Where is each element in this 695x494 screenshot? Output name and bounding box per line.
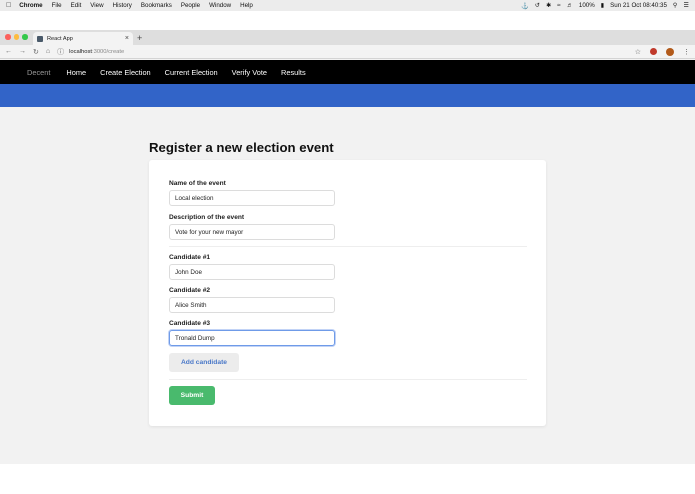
menubar-status-area: ⚓ ↺ ✱ ≈ ♬ 100% ▮ Sun 21 Oct 08:40:35 ⚲ ☰ bbox=[521, 2, 689, 10]
event-description-input[interactable]: Vote for your new mayor bbox=[169, 224, 335, 240]
volume-icon[interactable]: ♬ bbox=[567, 2, 573, 9]
reload-icon[interactable]: ↻ bbox=[33, 48, 39, 56]
divider bbox=[169, 379, 527, 380]
clock[interactable]: Sun 21 Oct 08:40:35 bbox=[610, 2, 667, 9]
menu-people[interactable]: People bbox=[181, 2, 200, 9]
back-icon[interactable]: ← bbox=[5, 48, 12, 55]
toolbar-right: ☆ ⋮ bbox=[635, 47, 690, 56]
add-candidate-button[interactable]: Add candidate bbox=[169, 353, 239, 372]
url-field[interactable]: localhost:3000/create bbox=[69, 49, 124, 55]
candidate-1-label: Candidate #1 bbox=[169, 254, 211, 261]
extension-icon[interactable] bbox=[650, 48, 657, 55]
nav-current-election[interactable]: Current Election bbox=[165, 68, 218, 77]
notification-center-icon[interactable]: ☰ bbox=[683, 2, 689, 9]
candidate-2-input[interactable]: Alice Smith bbox=[169, 297, 335, 313]
menu-history[interactable]: History bbox=[113, 2, 132, 9]
divider bbox=[169, 246, 527, 247]
wifi-icon[interactable]: ≈ bbox=[557, 2, 560, 9]
window-controls bbox=[5, 34, 28, 40]
menu-file[interactable]: File bbox=[52, 2, 62, 9]
tab-title: React App bbox=[47, 35, 73, 42]
url-host: localhost bbox=[69, 48, 92, 55]
os-menubar:  Chrome File Edit View History Bookmark… bbox=[0, 0, 695, 11]
zoom-window-button[interactable] bbox=[22, 34, 28, 40]
minimize-window-button[interactable] bbox=[13, 34, 19, 40]
profile-avatar[interactable] bbox=[666, 47, 674, 56]
favicon-icon bbox=[37, 35, 43, 42]
tab-bar: React App × + bbox=[0, 30, 695, 45]
spotlight-icon[interactable]: ⚲ bbox=[673, 2, 678, 9]
event-description-label: Description of the event bbox=[169, 214, 245, 221]
menu-help[interactable]: Help bbox=[240, 2, 253, 9]
address-bar: ← → ↻ ⌂ ⓘ localhost:3000/create ☆ ⋮ bbox=[0, 45, 695, 59]
submit-button[interactable]: Submit bbox=[169, 386, 215, 405]
nav-results[interactable]: Results bbox=[281, 68, 306, 77]
battery-percent[interactable]: 100% bbox=[579, 2, 595, 9]
candidate-3-label: Candidate #3 bbox=[169, 320, 211, 327]
nav-create-election[interactable]: Create Election bbox=[100, 68, 151, 77]
bluetooth-icon[interactable]: ✱ bbox=[546, 2, 551, 9]
browser-window: React App × + ← → ↻ ⌂ ⓘ localhost:3000/c… bbox=[0, 30, 695, 464]
event-name-label: Name of the event bbox=[169, 180, 226, 187]
menu-bookmarks[interactable]: Bookmarks bbox=[141, 2, 172, 9]
url-path: :3000/create bbox=[92, 48, 125, 55]
event-name-input[interactable]: Local election bbox=[169, 190, 335, 206]
more-menu-icon[interactable]: ⋮ bbox=[683, 48, 690, 56]
battery-icon[interactable]: ▮ bbox=[601, 2, 604, 9]
page-title: Register a new election event bbox=[149, 140, 334, 155]
nav-brand[interactable]: Decent bbox=[27, 68, 50, 77]
hero-banner bbox=[0, 84, 695, 107]
candidate-2-label: Candidate #2 bbox=[169, 287, 211, 294]
home-icon[interactable]: ⌂ bbox=[46, 48, 50, 55]
site-info-icon[interactable]: ⓘ bbox=[57, 47, 64, 57]
candidate-1-input[interactable]: John Doe bbox=[169, 264, 335, 280]
menu-window[interactable]: Window bbox=[209, 2, 231, 9]
menu-app-name[interactable]: Chrome bbox=[19, 2, 42, 9]
close-window-button[interactable] bbox=[5, 34, 11, 40]
menu-view[interactable]: View bbox=[90, 2, 103, 9]
docker-icon[interactable]: ⚓ bbox=[521, 2, 529, 10]
nav-verify-vote[interactable]: Verify Vote bbox=[232, 68, 267, 77]
app-navbar: Decent Home Create Election Current Elec… bbox=[0, 60, 695, 84]
browser-tab[interactable]: React App × bbox=[33, 32, 133, 45]
time-machine-icon[interactable]: ↺ bbox=[535, 2, 540, 9]
bookmark-star-icon[interactable]: ☆ bbox=[635, 48, 641, 56]
election-form: Name of the event Local election Descrip… bbox=[149, 160, 546, 426]
candidate-3-input[interactable]: Tronald Dump bbox=[169, 330, 335, 346]
forward-icon[interactable]: → bbox=[19, 48, 26, 55]
apple-icon[interactable]:  bbox=[6, 2, 11, 9]
nav-home[interactable]: Home bbox=[66, 68, 86, 77]
close-tab-icon[interactable]: × bbox=[125, 35, 129, 42]
menu-edit[interactable]: Edit bbox=[71, 2, 82, 9]
new-tab-icon[interactable]: + bbox=[137, 33, 142, 43]
